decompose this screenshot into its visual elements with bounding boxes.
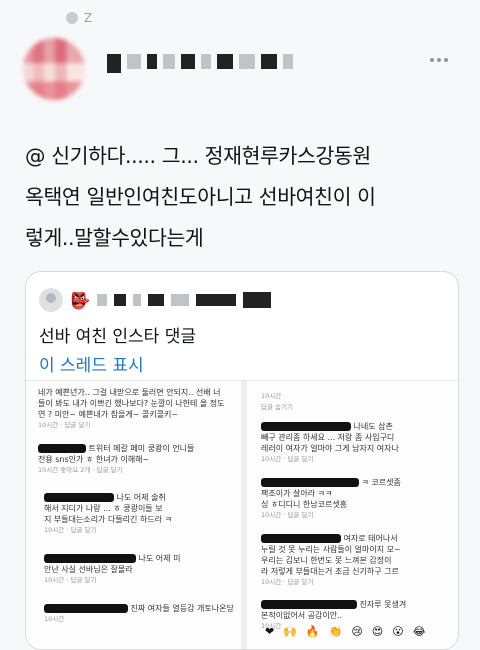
comment-item: 네가 예쁜년가.. 그걸 내맏으로 둘러면 안되지.. 선배 너 들이 봐도 내…: [38, 388, 225, 429]
show-thread-link[interactable]: 이 스레드 표시: [39, 351, 144, 376]
comment-text: 진짜 여자들 열등감 개토나온당: [130, 604, 234, 613]
comment-text: 싱 ㅎ디디니 한남코르셋흥: [261, 500, 348, 509]
demon-mask-icon: 👺: [70, 290, 90, 310]
cry-emoji-icon[interactable]: 😢: [351, 625, 362, 638]
comment-text: 연 ? 미안~ 예쁜내가 참을게~ 콜키콜키~: [38, 410, 179, 419]
comment-reply: 답글 달기: [287, 578, 314, 586]
top-mark-text: Z: [84, 11, 93, 25]
comments-column-right: 10시간 답글 숨기기 나네도 삼촌 빼구 관리좀 하세요 ... 저랑 좀 사…: [247, 381, 458, 649]
clap-emoji-icon[interactable]: 👏: [329, 625, 343, 638]
comment-text: 트위터 메갈 페미 쿵쾅이 언니들: [88, 444, 195, 453]
comment-time: 10시간: [44, 526, 65, 534]
comment-reply: 답글 달기: [96, 466, 123, 474]
comment-item: 여자로 태어나서 누릴 것 못 누리는 사람들이 얼마이지 모~ 우리는 김보니…: [261, 534, 401, 586]
comment-text: 나네도 삼촌: [353, 422, 393, 431]
comment-time: 10시간: [38, 421, 59, 429]
hide-replies-link: 답글 숨기기: [261, 403, 293, 411]
more-options-icon[interactable]: [430, 58, 448, 62]
laugh-emoji-icon[interactable]: 😂: [413, 625, 426, 638]
comment-item: 트위터 메갈 페미 쿵쾅이 언니들 전용 sns인가 ㅎ 한녀가 이해해~ 10…: [38, 444, 195, 474]
comment-text: 레러이 여자가 얼마야 그게 남자지 여자나: [261, 444, 399, 453]
heart-eyes-emoji-icon[interactable]: 😍: [372, 625, 383, 638]
comment-reply: 답글 달기: [70, 526, 97, 534]
comment-text: 본적이없어서 공감이안..: [261, 611, 343, 620]
comment-item: 10시간 답글 숨기기: [261, 391, 293, 413]
top-mark: Z: [66, 11, 92, 25]
comment-time: 10시간: [261, 392, 282, 400]
comment-text: 나도 어제 술취: [116, 493, 166, 502]
chat-icon: [66, 12, 78, 24]
comment-text: 우리는 김보니 한번도 못 느껴본 감정이: [261, 556, 392, 565]
heart-emoji-icon[interactable]: ❤: [265, 625, 274, 638]
comment-text: 팩조이가 살아라 ㅋㅋ: [261, 489, 333, 498]
comment-time: 10시간: [261, 511, 282, 519]
comment-time: 10시간 좋아요 2개: [38, 466, 91, 474]
wow-emoji-icon[interactable]: 😮: [392, 625, 403, 638]
raised-hands-emoji-icon[interactable]: 🙌: [283, 625, 297, 638]
quoted-tweet-header: 👺: [39, 288, 271, 312]
user-name-redacted[interactable]: [107, 54, 293, 73]
comment-text: 진자루 못생겨: [359, 600, 407, 609]
comment-text: 빼구 관리좀 하세요 ... 저랑 좀 사입구디: [261, 433, 395, 442]
comment-text: 누릴 것 못 누리는 사람들이 얼마이지 모~: [261, 545, 401, 554]
comment-item: 나네도 삼촌 빼구 관리좀 하세요 ... 저랑 좀 사입구디 레러이 여자가 …: [261, 422, 399, 463]
comment-time: 10시간: [261, 455, 282, 463]
comment-text: 지 부들대는소리가 다들리긴 하드라 ㅋ: [44, 515, 172, 524]
avatar[interactable]: [23, 38, 85, 100]
comment-text: 안난 사실 선바님은 잘몰라: [44, 565, 133, 574]
comment-text: 라 저렇게 부들대는거 조금 신기하구 그르: [261, 567, 399, 576]
fire-emoji-icon[interactable]: 🔥: [306, 625, 320, 638]
comment-time: 10시간: [44, 615, 65, 623]
quoted-tweet-card[interactable]: 👺 선바 여친 인스타 댓글 이 스레드 표시 네가 예쁜년가.. 그걸 내맏으…: [25, 271, 459, 650]
comment-item: ㅋ 코르셋좀 팩조이가 살아라 ㅋㅋ 싱 ㅎ디디니 한남코르셋흥 10시간 · …: [261, 478, 401, 519]
quoted-tweet-text: 선바 여친 인스타 댓글: [39, 327, 196, 347]
comment-reply: 답글 달기: [70, 576, 97, 584]
comment-time: 10시간: [44, 576, 65, 584]
comment-reply: 답글 달기: [64, 421, 91, 429]
comment-reply: 답글 달기: [287, 455, 314, 463]
comment-item: 나도 어제 미 안난 사실 선바님은 잘몰라 10시간 · 답글 달기: [44, 554, 181, 584]
comment-item: 진짜 여자들 열등감 개토나온당 10시간: [44, 603, 234, 625]
comment-text: 여자로 태어나서: [343, 534, 398, 543]
comment-item: 나도 어제 술취 해서 지디가 나랑 ... ㅎ 쿵쾅이들 보 지 부들대는소리…: [44, 493, 172, 534]
comment-text: 네가 예쁜년가.. 그걸 내맏으로 둘러면 안되지.. 선배 너: [38, 388, 221, 397]
instagram-comments-screenshot: 네가 예쁜년가.. 그걸 내맏으로 둘러면 안되지.. 선배 너 들이 봐도 내…: [26, 380, 458, 649]
emoji-reaction-bar: ❤ 🙌 🔥 👏 😢 😍 😮 😂: [265, 625, 426, 638]
comment-text: 나도 어제 미: [138, 554, 181, 563]
comment-text: 전용 sns인가 ㅎ 한녀가 이해해~: [38, 455, 150, 464]
comments-column-left: 네가 예쁜년가.. 그걸 내맏으로 둘러면 안되지.. 선배 너 들이 봐도 내…: [26, 381, 247, 649]
comment-reply: 답글 달기: [287, 511, 314, 519]
comment-text: ㅋ 코르셋좀: [361, 478, 401, 487]
comment-text: 해서 지디가 나랑 ... ㅎ 쿵쾅이들 보: [44, 504, 163, 513]
tweet-text: @ 신기하다..... 그... 정재현루카스강동원 옥택연 일반인여친도아니고…: [25, 144, 376, 250]
comment-time: 10시간: [261, 578, 282, 586]
comment-text: 들이 봐도 내가 이쁘긴 했나보다? 눈깔이 나한테 올 정도: [38, 399, 225, 408]
quoted-avatar: [39, 288, 63, 312]
